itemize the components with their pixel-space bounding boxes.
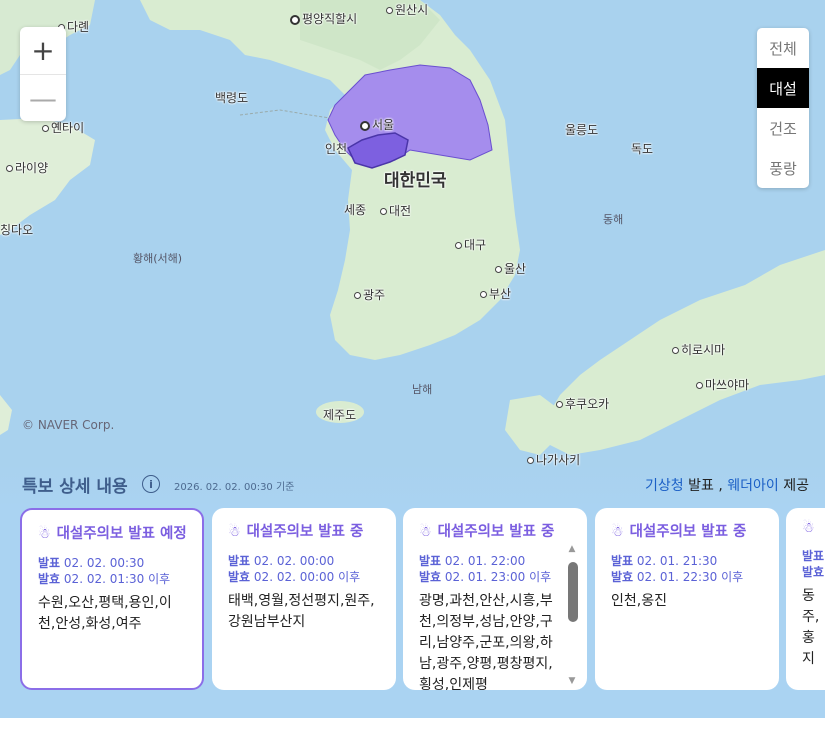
snow-cloud-icon: ☃ [228, 524, 241, 540]
card-scrollbar[interactable]: ▲ ▼ [567, 544, 578, 686]
place-laiyang: 라이양 [6, 159, 48, 176]
card-regions: 인천,옹진 [611, 593, 667, 609]
warning-card[interactable]: ☃ 대설주의보 발표 중 발표 02. 01. 22:00 발효 02. 01. … [403, 508, 587, 690]
place-sejong: 세종 [344, 203, 367, 217]
card-dates: 발표 02. 01. 21:30 발효 02. 01. 22:30 이후 [611, 554, 744, 584]
card-dates: 발표 02. 02. 00:30 발효 02. 02. 01:30 이후 [38, 556, 171, 586]
card-title: ☃ 대설주의보 발표 예정 [38, 526, 187, 542]
warning-card[interactable]: ☃ 대설주의보 발표 중 발표 02. 01. 21:30 발효 02. 01. … [595, 508, 779, 690]
card-dates: 발표 발효 [802, 549, 825, 579]
card-title: ☃ [802, 520, 825, 536]
place-yellow-sea: 황해(서해) [133, 252, 183, 265]
place-jeju: 제주도 [323, 408, 357, 422]
place-hiroshima: 히로시마 [672, 341, 725, 358]
card-dates: 발표 02. 01. 22:00 발효 02. 01. 23:00 이후 [419, 554, 552, 584]
card-dates: 발표 02. 02. 00:00 발효 02. 02. 00:00 이후 [228, 554, 361, 584]
layer-dry[interactable]: 건조 [757, 108, 809, 148]
place-wonsan: 원산시 [386, 1, 428, 18]
warning-card[interactable]: ☃ 대설주의보 발표 중 발표 02. 02. 00:00 발효 02. 02. … [212, 508, 396, 690]
place-gwangju: 광주 [354, 286, 385, 303]
warning-card[interactable]: ☃ 대설주의보 발표 예정 발표 02. 02. 00:30 발효 02. 02.… [20, 508, 204, 690]
provider-kma-link[interactable]: 기상청 [645, 478, 684, 494]
snow-cloud-icon: ☃ [802, 520, 815, 536]
place-ulsan: 울산 [495, 260, 526, 277]
place-korea: 대한민국 [384, 171, 447, 191]
scroll-down-icon[interactable]: ▼ [567, 676, 577, 686]
map-copyright: © NAVER Corp. [22, 418, 115, 432]
place-seoul: 서울 [360, 116, 394, 133]
place-qingdao: 칭다오 [0, 223, 34, 237]
layer-all[interactable]: 전체 [757, 28, 809, 68]
zoom-control: + — [20, 27, 66, 121]
card-regions: 태백,영월,정선평지,원주,강원남부산지 [228, 593, 375, 630]
place-dokdo: 독도 [631, 142, 654, 156]
panel-timestamp: 2026. 02. 02. 00:30 기준 [174, 482, 295, 493]
scroll-thumb[interactable] [568, 562, 578, 622]
place-incheon: 인천 [325, 142, 348, 156]
place-baengnyeong: 백령도 [215, 91, 249, 105]
card-regions: 동주,홍지 [802, 588, 820, 667]
place-daegu: 대구 [455, 236, 486, 253]
card-title: ☃ 대설주의보 발표 중 [419, 524, 555, 540]
zoom-out-button[interactable]: — [20, 74, 66, 122]
provider-weatheri-link[interactable]: 웨더아이 [727, 478, 779, 494]
provider-separator: 발표 , [683, 478, 728, 494]
provider-suffix: 제공 [778, 478, 809, 494]
place-daejeon: 대전 [380, 202, 411, 219]
scroll-up-icon[interactable]: ▲ [567, 544, 577, 554]
layer-selector: 전체 대설 건조 풍랑 [757, 28, 809, 188]
panel-title: 특보 상세 내용 [22, 477, 128, 497]
place-matsuyama: 마쓰야마 [696, 376, 749, 393]
layer-heavy-snow[interactable]: 대설 [757, 68, 809, 108]
snow-cloud-icon: ☃ [38, 526, 51, 542]
snow-cloud-icon: ☃ [419, 524, 432, 540]
card-title: ☃ 대설주의보 발표 중 [611, 524, 747, 540]
provider-credit: 기상청 발표 , 웨더아이 제공 [645, 475, 809, 495]
layer-wind-wave[interactable]: 풍랑 [757, 148, 809, 188]
zoom-in-button[interactable]: + [20, 27, 66, 74]
place-ulleung: 울릉도 [565, 123, 599, 137]
place-east-sea: 동해 [603, 213, 624, 226]
snow-cloud-icon: ☃ [611, 524, 624, 540]
place-fukuoka: 후쿠오카 [556, 395, 609, 412]
card-regions: 광명,과천,안산,시흥,부천,의정부,성남,안양,구리,남양주,군포,의왕,하남… [419, 593, 553, 690]
place-pyongyang: 평양직할시 [290, 10, 357, 27]
card-regions: 수원,오산,평택,용인,이천,안성,화성,여주 [38, 595, 172, 632]
warning-card-partial[interactable]: ☃ 발표 발효 동주,홍지 [786, 508, 825, 690]
place-south-sea: 남해 [412, 383, 433, 396]
info-icon[interactable]: i [142, 475, 160, 493]
place-busan: 부산 [480, 285, 511, 302]
card-title: ☃ 대설주의보 발표 중 [228, 524, 364, 540]
